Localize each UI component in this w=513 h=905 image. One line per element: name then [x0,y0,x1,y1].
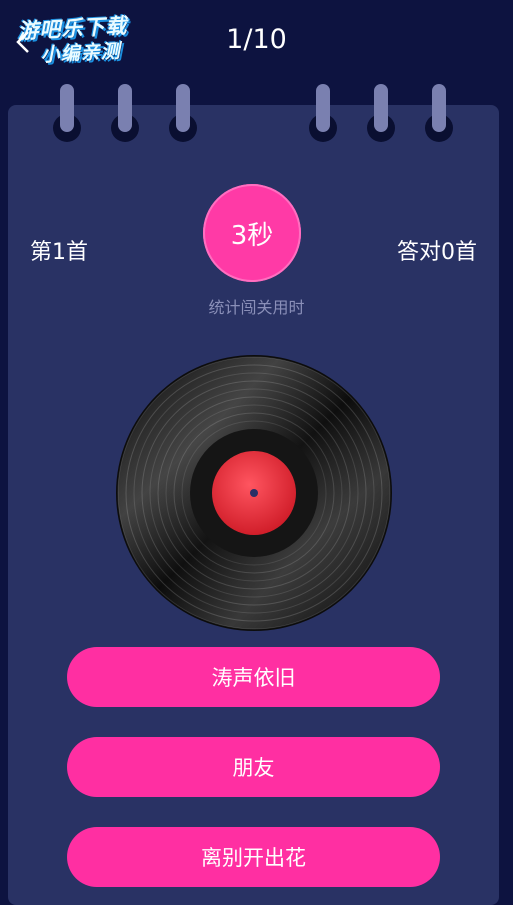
answer-option-label: 离别开出花 [201,846,306,870]
answer-option-1[interactable]: 涛声依旧 [67,647,440,707]
correct-count-label: 答对0首 [397,240,477,265]
answer-option-2[interactable]: 朋友 [67,737,440,797]
binder-ring [374,84,388,132]
binder-ring [118,84,132,132]
answer-option-3[interactable]: 离别开出花 [67,827,440,887]
answer-option-label: 涛声依旧 [211,666,296,690]
binder-ring [176,84,190,132]
song-number-label: 第1首 [30,240,88,265]
timer-value: 3秒 [230,220,274,251]
binder-ring [432,84,446,132]
timer-badge: 3秒 [203,184,301,282]
binder-ring [316,84,330,132]
timer-caption: 统计闯关用时 [208,298,305,317]
vinyl-record-icon [116,355,392,631]
answer-option-label: 朋友 [232,756,275,780]
binder-ring [60,84,74,132]
question-progress: 1/10 [226,24,287,55]
